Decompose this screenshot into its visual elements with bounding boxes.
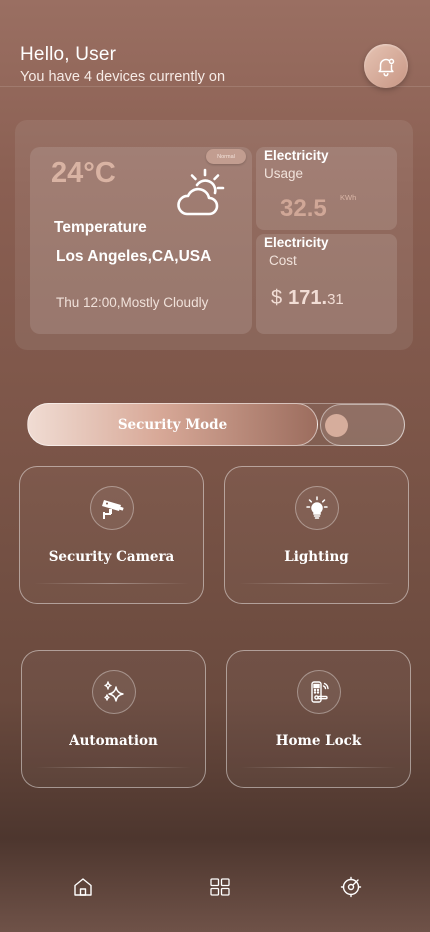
device-label: Home Lock: [275, 733, 362, 749]
usage-unit: KWh: [340, 193, 357, 202]
smart-lock-icon: [310, 681, 329, 703]
devices-status-text: You have 4 devices currently on: [20, 69, 226, 85]
status-badge: Normal: [206, 149, 246, 164]
partly-cloudy-icon: [177, 168, 225, 216]
device-label: Security Camera: [48, 549, 175, 565]
temperature-value: 24°C: [51, 157, 116, 189]
cost-title: Electricity: [264, 235, 329, 250]
device-divider: [239, 583, 394, 584]
weather-card[interactable]: 24°C Normal Temperature Los Angeles,CA,U…: [30, 147, 252, 334]
device-icon-wrapper: [296, 670, 341, 714]
header-divider: [0, 86, 430, 87]
cost-amount: $ 171. 31: [271, 287, 344, 310]
electricity-cost-card[interactable]: Electricity Cost $ 171. 31: [256, 234, 397, 334]
device-card-automation[interactable]: Automation: [21, 650, 206, 788]
device-card-lighting[interactable]: Lighting: [224, 466, 409, 604]
notification-button[interactable]: [364, 44, 408, 88]
switch-knob: [325, 414, 348, 437]
device-icon-wrapper: [294, 486, 339, 530]
home-icon: [74, 878, 92, 896]
bell-icon: [378, 58, 395, 77]
weather-datetime: Thu 12:00,Mostly Cloudly: [56, 295, 209, 310]
device-divider: [241, 767, 396, 768]
nav-dashboard[interactable]: [209, 876, 231, 898]
device-divider: [36, 767, 191, 768]
cctv-camera-icon: [101, 500, 124, 519]
usage-title: Electricity: [264, 148, 329, 163]
cost-subtitle: Cost: [269, 253, 297, 268]
sparkles-icon: [103, 681, 124, 702]
usage-subtitle: Usage: [264, 166, 304, 181]
cost-integer: 171.: [288, 287, 328, 309]
device-label: Automation: [69, 733, 158, 749]
lightbulb-icon: [305, 496, 328, 519]
device-card-security-camera[interactable]: Security Camera: [19, 466, 204, 604]
security-mode-switch[interactable]: [320, 404, 405, 446]
device-icon-wrapper: [91, 670, 136, 714]
security-mode-button[interactable]: Security Mode: [27, 403, 318, 446]
header: Hello, User You have 4 devices currently…: [20, 44, 225, 85]
device-icon-wrapper: [89, 486, 134, 530]
nav-settings[interactable]: [340, 876, 362, 898]
device-divider: [34, 583, 189, 584]
grid-icon: [210, 878, 230, 896]
nav-home[interactable]: [72, 876, 94, 898]
greeting-text: Hello, User: [20, 44, 117, 65]
device-label: Lighting: [284, 549, 349, 565]
currency-symbol: $: [271, 287, 283, 309]
usage-value: 32.5: [280, 195, 327, 222]
device-card-home-lock[interactable]: Home Lock: [226, 650, 411, 788]
electricity-usage-card[interactable]: Electricity Usage 32.5 KWh: [256, 147, 397, 230]
settings-icon: [340, 876, 362, 898]
location-text: Los Angeles,CA,USA: [56, 248, 212, 265]
cost-decimal: 31: [327, 291, 344, 308]
temperature-label: Temperature: [54, 219, 147, 236]
